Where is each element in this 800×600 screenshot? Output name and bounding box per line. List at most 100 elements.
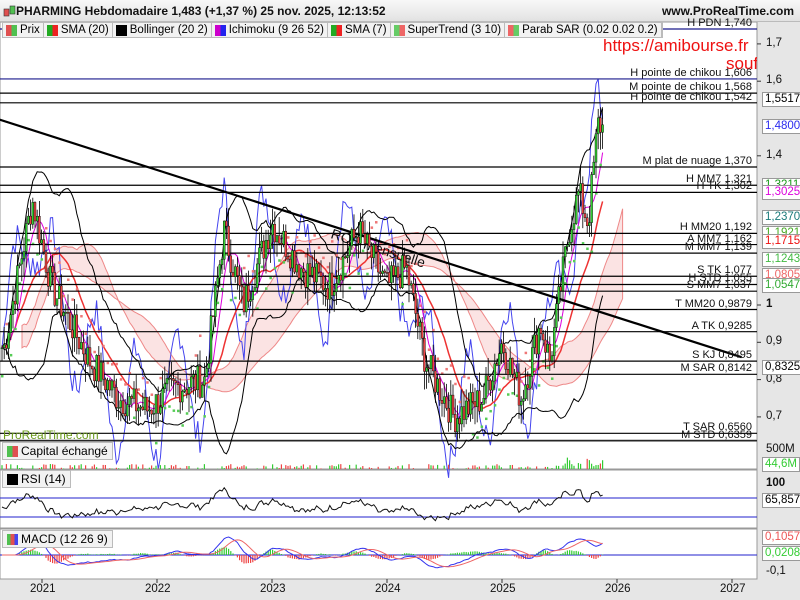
volume-bar — [500, 467, 502, 469]
parab-sar-dot — [141, 376, 145, 380]
volume-bar — [448, 464, 450, 469]
parab-sar-dot — [344, 272, 347, 276]
macd-panel-label[interactable]: MACD (12 26 9) — [2, 530, 113, 548]
candle-body — [139, 406, 142, 409]
macd-histogram-bar — [34, 550, 36, 555]
macd-histogram-bar — [67, 555, 69, 559]
candle-body — [526, 384, 529, 389]
legend-item[interactable]: Ichimoku (9 26 52) — [212, 23, 328, 37]
candle-body — [282, 231, 285, 245]
parab-sar-dot — [559, 316, 563, 319]
macd-histogram-bar — [142, 553, 144, 555]
candle-body — [383, 270, 386, 273]
macd-histogram-bar — [500, 553, 502, 555]
macd-histogram-bar — [599, 555, 601, 557]
candle-body — [251, 291, 255, 300]
volume-bar — [177, 468, 179, 469]
candle-body — [451, 394, 455, 415]
macd-histogram-bar — [465, 552, 467, 555]
candle-body — [346, 255, 349, 259]
volume-bar — [307, 467, 309, 469]
volume-bar — [487, 467, 489, 469]
macd-histogram-bar — [577, 551, 579, 555]
candle-body — [159, 406, 162, 414]
candle-body — [58, 285, 61, 299]
y-tick-label: 0,9 — [766, 335, 782, 348]
volume-bar — [573, 465, 575, 469]
candle-body — [128, 396, 131, 405]
legend-item[interactable]: SMA (20) — [44, 23, 113, 37]
volume-bar — [428, 464, 430, 469]
volume-title: Capital échangé — [21, 444, 108, 458]
candle-body — [330, 272, 334, 296]
candle-body — [174, 380, 178, 383]
volume-bar — [164, 465, 166, 469]
volume-bar — [529, 467, 531, 469]
x-tick-label: 2021 — [30, 583, 56, 595]
parab-sar-dot — [111, 363, 114, 366]
legend-label: Prix — [20, 24, 40, 36]
legend-item[interactable]: Prix — [3, 23, 44, 37]
macd-histogram-bar — [131, 554, 133, 555]
macd-panel — [0, 528, 758, 580]
macd-histogram-bar — [452, 553, 454, 555]
macd-histogram-bar — [111, 554, 113, 555]
volume-bar — [377, 466, 379, 469]
candle-body — [13, 300, 17, 305]
volume-panel-label[interactable]: Capital échangé — [2, 442, 113, 460]
volume-bar — [256, 468, 258, 469]
candle-body — [339, 275, 342, 281]
legend-item[interactable]: SuperTrend (3 10) — [391, 23, 506, 37]
candle-body — [27, 215, 30, 224]
parab-sar-dot — [357, 272, 360, 275]
volume-bar — [591, 463, 593, 469]
parab-sar-dot — [498, 388, 501, 391]
macd-histogram-bar — [434, 555, 436, 559]
parab-sar-dot — [335, 254, 338, 257]
candle-body — [495, 363, 499, 366]
candle-body — [71, 329, 74, 339]
rsi-panel-label[interactable]: RSI (14) — [2, 470, 71, 488]
legend-item[interactable]: Bollinger (20 2) — [113, 23, 212, 37]
candle-body — [572, 223, 576, 230]
level-label: S MM7 1,037 — [686, 279, 752, 292]
x-tick-label: 2024 — [375, 583, 401, 595]
candle-body — [110, 380, 114, 391]
parab-sar-dot — [489, 409, 492, 413]
level-label: S KJ 0,8495 — [692, 349, 752, 362]
parab-sar-dot — [555, 344, 558, 348]
macd-histogram-bar — [584, 554, 586, 555]
volume-bar — [173, 466, 175, 469]
parab-sar-dot — [432, 328, 435, 332]
candle-body — [44, 251, 48, 273]
volume-bar — [148, 467, 150, 469]
legend-item[interactable]: SMA (7) — [328, 23, 391, 37]
candle-body — [579, 183, 582, 192]
macd-histogram-bar — [401, 554, 403, 555]
volume-bar — [485, 465, 487, 469]
volume-bar — [558, 465, 560, 469]
candle-body — [115, 387, 118, 408]
y-tick-label: 1,7 — [766, 36, 782, 49]
candle-body — [22, 251, 26, 259]
volume-bar — [188, 466, 190, 469]
macd-histogram-bar — [85, 553, 87, 555]
macd-title: MACD (12 26 9) — [21, 532, 108, 546]
candle-body — [344, 256, 347, 259]
parab-sar-dot — [502, 376, 506, 380]
volume-bar — [355, 464, 357, 469]
macd-histogram-bar — [250, 555, 252, 563]
legend-item[interactable]: Parab SAR (0.02 0.02 0.2) — [505, 23, 662, 37]
candle-body — [352, 229, 356, 238]
candle-body — [260, 240, 263, 249]
candle-body — [335, 283, 338, 292]
volume-bar — [96, 467, 98, 469]
rsi-swatch-icon — [7, 473, 18, 485]
macd-histogram-bar — [289, 555, 291, 559]
macd-histogram-bar — [41, 553, 43, 555]
legend-label: Bollinger (20 2) — [129, 24, 208, 36]
candle-body — [566, 244, 569, 247]
candle-body — [403, 255, 406, 268]
candle-body — [440, 400, 444, 404]
candle-body — [192, 374, 195, 378]
